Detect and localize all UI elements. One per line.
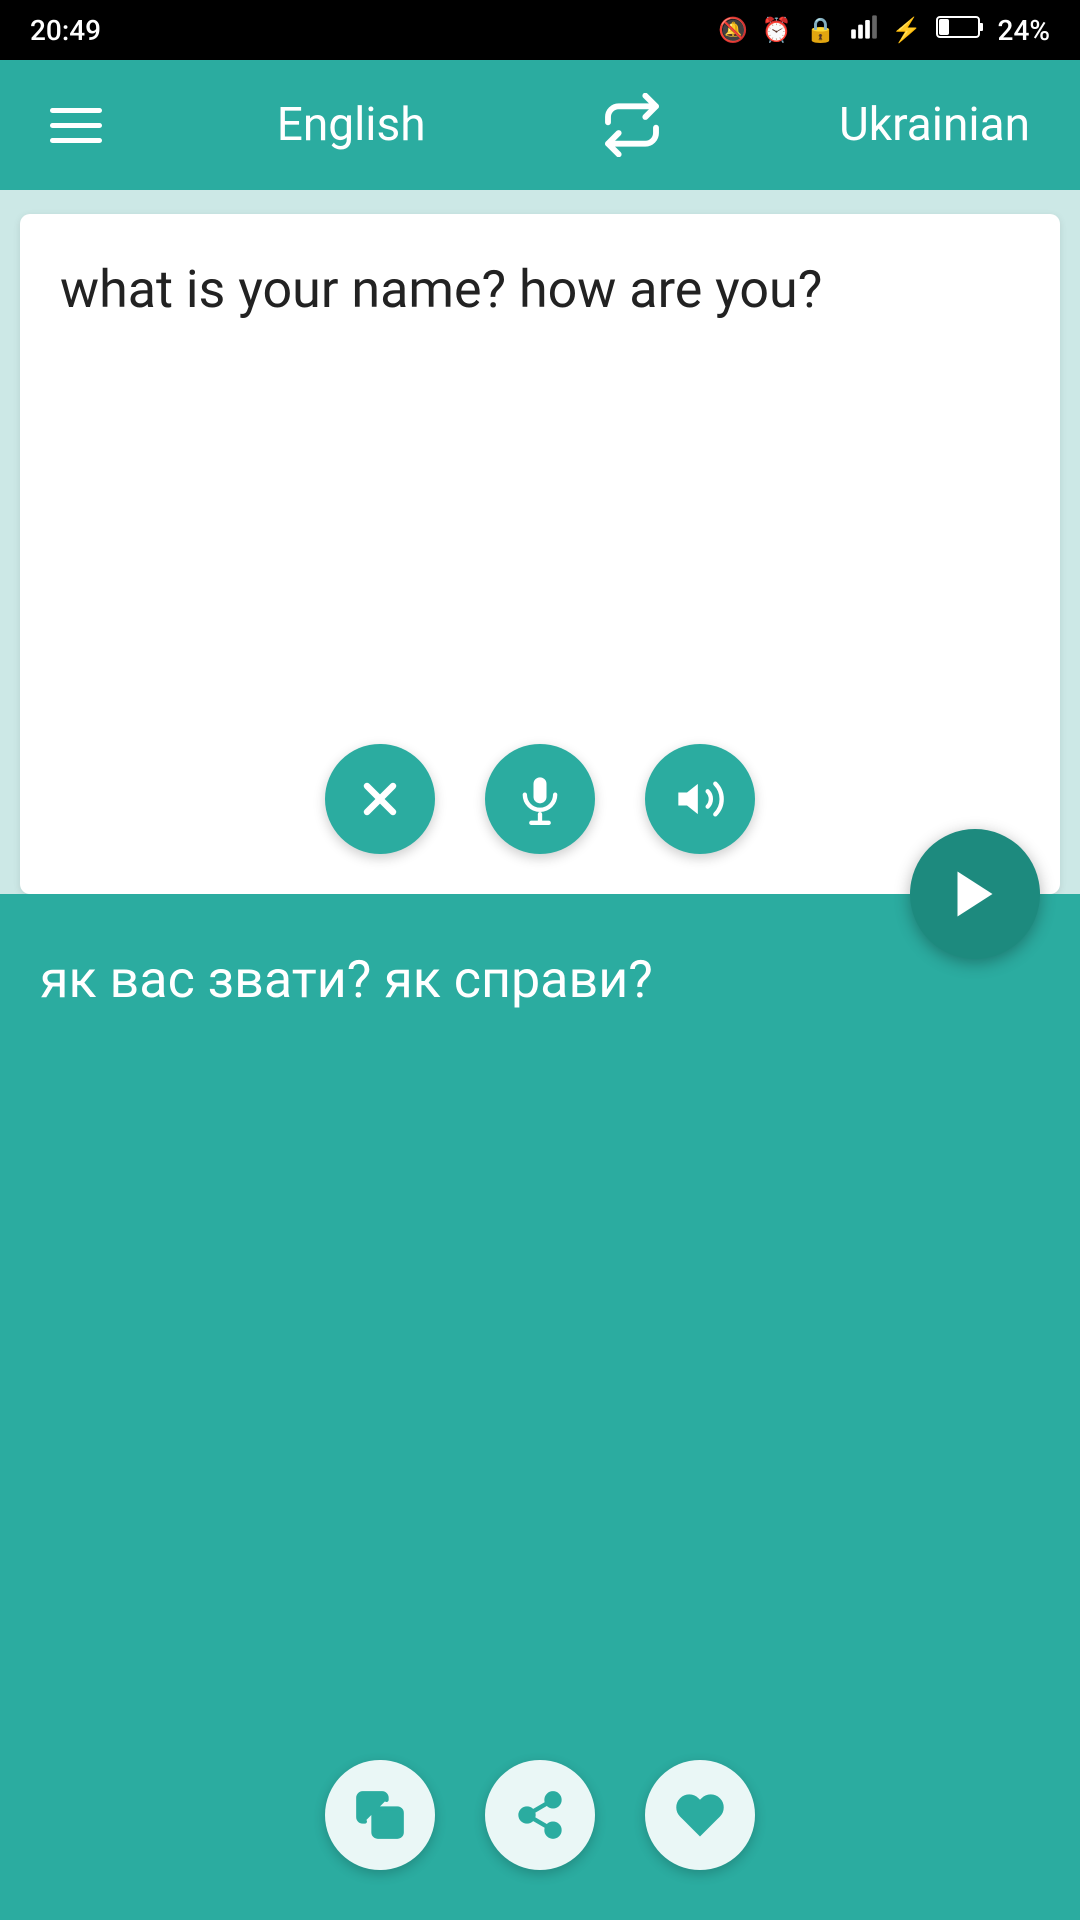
microphone-button[interactable] <box>485 744 595 854</box>
swap-languages-button[interactable] <box>600 93 664 157</box>
charging-icon: ⚡ <box>892 16 922 44</box>
signal-icon <box>850 13 878 47</box>
battery-percent: 24% <box>998 14 1050 47</box>
notification-muted-icon: 🔕 <box>718 16 748 44</box>
status-time: 20:49 <box>30 14 101 47</box>
translation-panel: як вас звати? як справи? <box>0 894 1080 1920</box>
alarm-icon: ⏰ <box>762 16 792 44</box>
favorite-button[interactable] <box>645 1760 755 1870</box>
translate-send-button[interactable] <box>910 829 1040 959</box>
translation-actions <box>0 1760 1080 1870</box>
copy-button[interactable] <box>325 1760 435 1870</box>
main-content: what is your name? how are you? <box>0 190 1080 1920</box>
status-icons: 🔕 ⏰ 🔒 ⚡ 24% <box>718 13 1050 47</box>
sim-icon: 🔒 <box>806 16 836 44</box>
speaker-button[interactable] <box>645 744 755 854</box>
source-panel: what is your name? how are you? <box>20 214 1060 894</box>
source-text[interactable]: what is your name? how are you? <box>60 254 1020 327</box>
clear-button[interactable] <box>325 744 435 854</box>
battery-icon <box>936 14 984 46</box>
source-language-selector[interactable]: English <box>277 98 426 152</box>
share-button[interactable] <box>485 1760 595 1870</box>
nav-bar: English Ukrainian <box>0 60 1080 190</box>
source-actions <box>20 744 1060 854</box>
translation-text: як вас звати? як справи? <box>40 944 1040 1017</box>
status-bar: 20:49 🔕 ⏰ 🔒 ⚡ 24% <box>0 0 1080 60</box>
menu-button[interactable] <box>50 108 102 143</box>
target-language-selector[interactable]: Ukrainian <box>839 98 1030 152</box>
